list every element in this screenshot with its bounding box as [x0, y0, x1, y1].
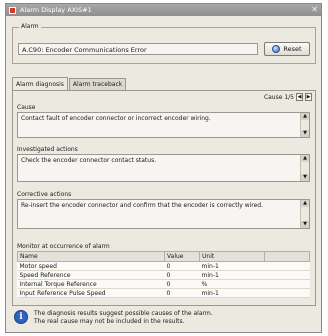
cell-name: Input Reference Pulse Speed	[17, 288, 165, 298]
prev-cause-button[interactable]: ◀	[296, 93, 303, 101]
alarm-group-legend: Alarm	[19, 23, 41, 30]
diagnosis-panel: Cause 1/5 ◀ ▶ Cause Contact fault of enc…	[12, 90, 316, 306]
close-icon[interactable]: ✕	[311, 6, 318, 14]
corrective-actions-label: Corrective actions	[17, 191, 72, 198]
scroll-up-icon[interactable]: ▲	[301, 113, 309, 120]
cell-blank	[264, 261, 310, 271]
title-bar: Alarm Display AXIS#1 ✕	[6, 4, 321, 16]
cause-navigator: Cause 1/5 ◀ ▶	[264, 93, 312, 101]
investigated-text-content: Check the encoder connector contact stat…	[21, 157, 157, 164]
monitor-table: Name Value Unit Motor speed 0 min-1 Spee…	[17, 251, 310, 298]
scroll-down-icon[interactable]: ▼	[301, 221, 309, 228]
cell-value: 0	[164, 261, 200, 271]
cell-value: 0	[164, 270, 200, 280]
corrective-scrollbar[interactable]: ▲ ▼	[300, 200, 309, 228]
scroll-up-icon[interactable]: ▲	[301, 155, 309, 162]
cell-unit: min-1	[199, 261, 265, 271]
tab-bar: Alarm diagnosis Alarm traceback	[12, 77, 127, 90]
cell-blank	[264, 279, 310, 289]
reset-icon	[272, 45, 281, 53]
monitor-label: Monitor at occurrence of alarm	[17, 243, 110, 250]
info-icon: i	[14, 310, 28, 324]
corrective-actions-text[interactable]: Re-insert the encoder connector and conf…	[17, 199, 310, 229]
cause-label: Cause	[17, 104, 36, 111]
tab-alarm-traceback[interactable]: Alarm traceback	[68, 78, 127, 90]
next-cause-button[interactable]: ▶	[305, 93, 312, 101]
investigated-actions-text[interactable]: Check the encoder connector contact stat…	[17, 154, 310, 182]
cause-scrollbar[interactable]: ▲ ▼	[300, 113, 309, 137]
info-message: i The diagnosis results suggest possible…	[14, 310, 213, 326]
cell-unit: %	[199, 279, 265, 289]
table-row[interactable]: Speed Reference 0 min-1	[17, 270, 310, 280]
cell-blank	[264, 288, 310, 298]
info-line-1: The diagnosis results suggest possible c…	[34, 310, 213, 317]
cell-name: Internal Torque Reference	[17, 279, 165, 289]
investigated-scrollbar[interactable]: ▲ ▼	[300, 155, 309, 181]
cell-blank	[264, 270, 310, 280]
app-icon	[9, 6, 16, 14]
table-row[interactable]: Internal Torque Reference 0 %	[17, 279, 310, 289]
cause-text-content: Contact fault of encoder connector or in…	[21, 115, 211, 122]
table-header-row: Name Value Unit	[17, 251, 310, 262]
corrective-text-content: Re-insert the encoder connector and conf…	[21, 202, 264, 209]
column-header-name[interactable]: Name	[17, 251, 165, 262]
reset-button[interactable]: Reset	[264, 42, 310, 56]
cause-counter: Cause 1/5	[263, 93, 294, 101]
info-line-2: The real cause may not be included in th…	[34, 318, 185, 325]
scroll-down-icon[interactable]: ▼	[301, 130, 309, 137]
column-header-blank	[264, 251, 310, 262]
alarm-code-field: A.C90: Encoder Communications Error	[18, 43, 258, 55]
reset-button-label: Reset	[283, 45, 302, 53]
cell-value: 0	[164, 279, 200, 289]
cell-unit: min-1	[199, 270, 265, 280]
table-row[interactable]: Motor speed 0 min-1	[17, 261, 310, 271]
tab-alarm-diagnosis[interactable]: Alarm diagnosis	[12, 77, 68, 90]
scroll-down-icon[interactable]: ▼	[301, 174, 309, 181]
window-title: Alarm Display AXIS#1	[20, 6, 92, 14]
cell-unit: min-1	[199, 288, 265, 298]
table-row[interactable]: Input Reference Pulse Speed 0 min-1	[17, 288, 310, 298]
column-header-unit[interactable]: Unit	[199, 251, 265, 262]
cell-name: Speed Reference	[17, 270, 165, 280]
scroll-up-icon[interactable]: ▲	[301, 200, 309, 207]
alarm-display-window: Alarm Display AXIS#1 ✕ Alarm A.C90: Enco…	[5, 3, 322, 333]
cell-value: 0	[164, 288, 200, 298]
column-header-value[interactable]: Value	[164, 251, 200, 262]
cell-name: Motor speed	[17, 261, 165, 271]
info-text: The diagnosis results suggest possible c…	[34, 310, 213, 326]
cause-text[interactable]: Contact fault of encoder connector or in…	[17, 112, 310, 138]
investigated-actions-label: Investigated actions	[17, 146, 78, 153]
